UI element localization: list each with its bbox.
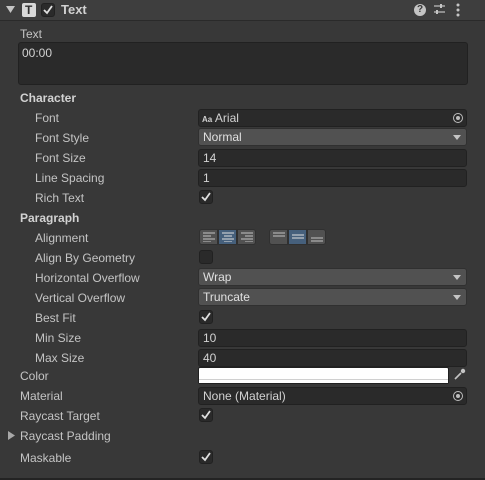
material-field[interactable]: None (Material) <box>198 387 467 405</box>
paragraph-heading: Paragraph <box>20 211 80 225</box>
raycast-target-checkbox[interactable] <box>199 408 213 422</box>
align-bottom-button[interactable] <box>307 229 326 245</box>
align-center-button[interactable] <box>218 229 237 245</box>
rich-text-label: Rich Text <box>35 191 85 205</box>
font-style-label: Font Style <box>35 131 90 145</box>
vertical-overflow-value: Truncate <box>203 290 250 304</box>
material-label: Material <box>20 389 63 403</box>
text-component-icon: T <box>22 3 36 17</box>
checkmark-icon <box>201 410 211 420</box>
kebab-menu-icon[interactable] <box>456 3 460 17</box>
raycast-target-label: Raycast Target <box>20 409 100 423</box>
rich-text-checkbox[interactable] <box>199 190 213 204</box>
min-size-label: Min Size <box>35 331 82 345</box>
eyedropper-icon[interactable] <box>453 368 466 381</box>
checkmark-icon <box>201 192 211 202</box>
align-center-icon <box>222 232 234 242</box>
character-heading: Character <box>20 91 77 105</box>
chevron-down-icon <box>453 275 461 280</box>
alignment-label: Alignment <box>35 231 89 245</box>
font-label: Font <box>35 111 60 125</box>
align-middle-icon <box>292 234 304 239</box>
alpha-bar <box>199 379 448 383</box>
align-left-icon <box>203 232 215 242</box>
font-size-label: Font Size <box>35 151 86 165</box>
horizontal-overflow-dropdown[interactable]: Wrap <box>198 268 467 286</box>
component-header: T Text ? <box>0 0 485 21</box>
font-style-dropdown[interactable]: Normal <box>198 128 467 146</box>
maskable-label: Maskable <box>20 451 72 465</box>
horizontal-overflow-value: Wrap <box>203 270 232 284</box>
best-fit-label: Best Fit <box>35 311 76 325</box>
font-value: Arial <box>214 111 239 125</box>
text-area-value: 00:00 <box>22 46 53 60</box>
best-fit-checkbox[interactable] <box>199 310 213 324</box>
text-area[interactable]: 00:00 <box>18 42 468 85</box>
checkmark-icon <box>201 312 211 322</box>
chevron-down-icon <box>453 135 461 140</box>
vertical-overflow-label: Vertical Overflow <box>35 291 126 305</box>
chevron-down-icon <box>453 295 461 300</box>
material-value: None (Material) <box>203 389 286 403</box>
help-icon[interactable]: ? <box>414 4 426 16</box>
max-size-label: Max Size <box>35 351 85 365</box>
maskable-checkbox[interactable] <box>199 450 213 464</box>
checkmark-icon <box>201 452 211 462</box>
checkmark-icon <box>43 5 53 15</box>
align-left-button[interactable] <box>199 229 218 245</box>
font-asset-icon: Aa <box>202 115 213 124</box>
vertical-alignment-group <box>269 229 326 245</box>
min-size-field[interactable]: 10 <box>198 329 467 347</box>
font-style-value: Normal <box>203 130 242 144</box>
object-picker-icon[interactable] <box>453 391 463 401</box>
align-top-icon <box>273 232 285 237</box>
foldout-arrow-icon[interactable] <box>8 431 15 440</box>
color-swatch[interactable] <box>198 367 449 384</box>
raycast-padding-label[interactable]: Raycast Padding <box>20 428 111 444</box>
color-label: Color <box>20 369 49 383</box>
object-picker-icon[interactable] <box>453 113 463 123</box>
align-top-button[interactable] <box>269 229 288 245</box>
presets-icon[interactable] <box>433 3 446 16</box>
vertical-overflow-dropdown[interactable]: Truncate <box>198 288 467 306</box>
foldout-arrow-icon[interactable] <box>6 6 15 14</box>
line-spacing-label: Line Spacing <box>35 171 105 185</box>
align-by-geometry-checkbox[interactable] <box>199 250 213 264</box>
horizontal-overflow-label: Horizontal Overflow <box>35 271 140 285</box>
horizontal-alignment-group <box>199 229 256 245</box>
align-right-button[interactable] <box>237 229 256 245</box>
align-right-icon <box>241 232 253 242</box>
align-middle-button[interactable] <box>288 229 307 245</box>
align-by-geometry-label: Align By Geometry <box>35 251 136 265</box>
line-spacing-field[interactable]: 1 <box>198 169 467 187</box>
align-bottom-icon <box>311 237 323 242</box>
component-title: Text <box>61 2 87 17</box>
max-size-field[interactable]: 40 <box>198 349 467 367</box>
font-field[interactable]: Aa Arial <box>198 109 467 127</box>
font-size-field[interactable]: 14 <box>198 149 467 167</box>
component-enabled-checkbox[interactable] <box>41 3 55 17</box>
text-label: Text <box>20 27 43 41</box>
